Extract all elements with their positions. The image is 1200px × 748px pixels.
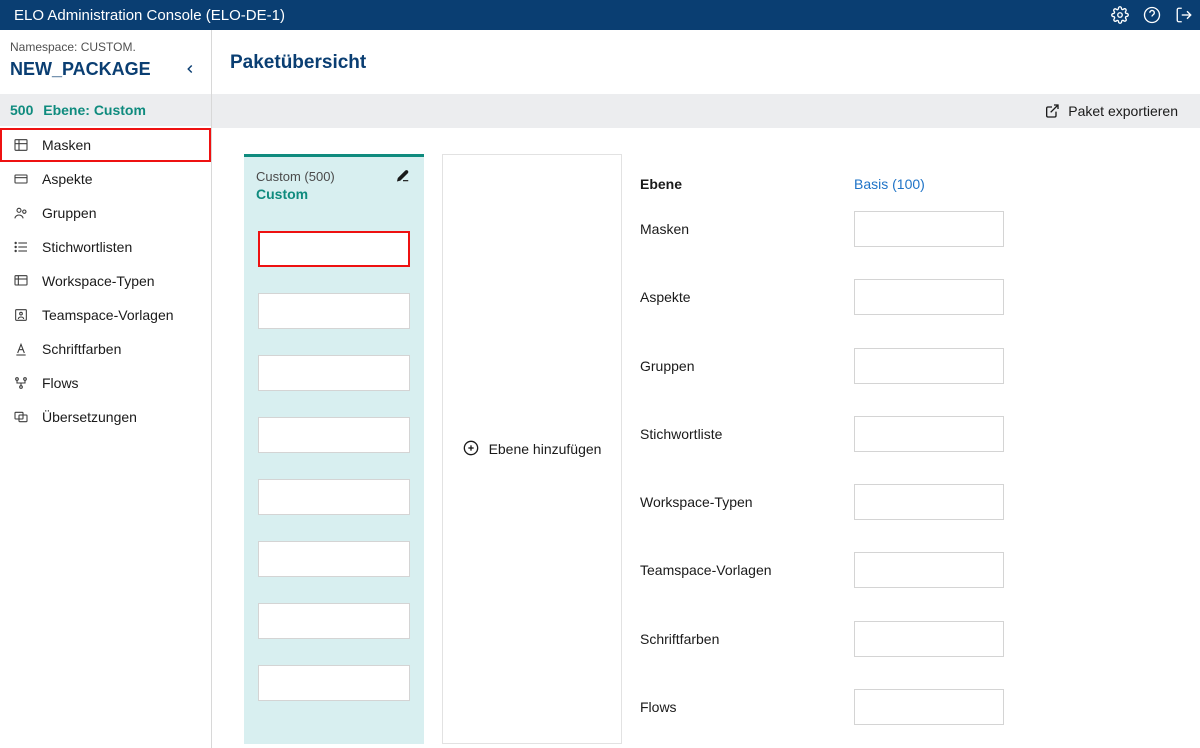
add-level-label: Ebene hinzufügen xyxy=(489,441,602,457)
row-label: Teamspace-Vorlagen xyxy=(640,539,836,601)
main-area: Paketübersicht Paket exportieren Ebene B… xyxy=(212,30,1200,748)
column-custom: Custom (500) Custom xyxy=(244,154,424,744)
basis-cell[interactable] xyxy=(854,471,1004,533)
custom-cell[interactable] xyxy=(256,652,412,714)
custom-level-name: Custom xyxy=(256,186,412,202)
custom-cell[interactable] xyxy=(256,342,412,404)
level-name: Ebene: Custom xyxy=(43,102,146,118)
sidebar-item-label: Schriftfarben xyxy=(42,341,121,357)
sidebar: Namespace: CUSTOM. NEW_PACKAGE 500 Ebene… xyxy=(0,30,212,748)
teamspace-vorlagen-icon xyxy=(12,306,30,324)
basis-cell[interactable] xyxy=(854,539,1004,601)
app-title: ELO Administration Console (ELO-DE-1) xyxy=(14,7,285,24)
sidebar-item-label: Übersetzungen xyxy=(42,409,137,425)
sidebar-item-flows[interactable]: Flows xyxy=(0,366,211,400)
custom-cell[interactable] xyxy=(256,218,412,280)
basis-cell[interactable] xyxy=(854,266,1004,328)
sidebar-item-label: Gruppen xyxy=(42,205,96,221)
stichwortlisten-icon xyxy=(12,238,30,256)
basis-cell[interactable] xyxy=(854,403,1004,465)
nav-list: Masken Aspekte Gruppen Stichwortlisten Works… xyxy=(0,126,211,434)
edit-level-icon[interactable] xyxy=(396,169,410,186)
row-label: Aspekte xyxy=(640,266,836,328)
flows-icon xyxy=(12,374,30,392)
custom-box xyxy=(258,665,410,701)
masken-icon xyxy=(12,136,30,154)
namespace-label: Namespace: CUSTOM. xyxy=(0,30,211,54)
basis-box xyxy=(854,689,1004,725)
aspekte-icon xyxy=(12,170,30,188)
page-title: Paketübersicht xyxy=(212,30,1200,94)
basis-box xyxy=(854,416,1004,452)
basis-box xyxy=(854,621,1004,657)
topbar: ELO Administration Console (ELO-DE-1) xyxy=(0,0,1200,30)
overview-grid: Ebene Basis (100) Custom (500) Custom Eb… xyxy=(244,154,1182,744)
schriftfarben-icon xyxy=(12,340,30,358)
sidebar-item-label: Aspekte xyxy=(42,171,93,187)
sidebar-item-workspace-typen[interactable]: Workspace-Typen xyxy=(0,264,211,298)
custom-box xyxy=(258,541,410,577)
basis-box xyxy=(854,211,1004,247)
help-icon[interactable] xyxy=(1136,0,1168,30)
settings-icon[interactable] xyxy=(1104,0,1136,30)
sidebar-item-gruppen[interactable]: Gruppen xyxy=(0,196,211,230)
row-label: Masken xyxy=(640,198,836,260)
custom-box xyxy=(258,479,410,515)
custom-cell[interactable] xyxy=(256,404,412,466)
level-number: 500 xyxy=(10,102,33,118)
custom-level-badge: Custom (500) xyxy=(256,169,412,184)
back-button[interactable] xyxy=(179,58,201,80)
basis-cell[interactable] xyxy=(854,676,1004,738)
basis-cell[interactable] xyxy=(854,608,1004,670)
row-label: Schriftfarben xyxy=(640,608,836,670)
row-label: Gruppen xyxy=(640,335,836,397)
plus-circle-icon xyxy=(463,440,479,459)
basis-box xyxy=(854,348,1004,384)
custom-box xyxy=(258,603,410,639)
row-label: Flows xyxy=(640,676,836,738)
custom-cell[interactable] xyxy=(256,280,412,342)
sidebar-item-label: Teamspace-Vorlagen xyxy=(42,307,174,323)
workspace-typen-icon xyxy=(12,272,30,290)
sidebar-item-label: Flows xyxy=(42,375,79,391)
custom-box xyxy=(258,355,410,391)
package-name: NEW_PACKAGE xyxy=(10,59,179,80)
custom-box xyxy=(258,293,410,329)
export-label: Paket exportieren xyxy=(1068,103,1178,119)
gruppen-icon xyxy=(12,204,30,222)
sidebar-item-aspekte[interactable]: Aspekte xyxy=(0,162,211,196)
sidebar-item-schriftfarben[interactable]: Schriftfarben xyxy=(0,332,211,366)
sidebar-item-label: Stichwortlisten xyxy=(42,239,132,255)
custom-cell[interactable] xyxy=(256,590,412,652)
column-header-basis[interactable]: Basis (100) xyxy=(854,154,1004,198)
uebersetzungen-icon xyxy=(12,408,30,426)
custom-cell[interactable] xyxy=(256,528,412,590)
basis-box xyxy=(854,279,1004,315)
column-header-ebene: Ebene xyxy=(640,154,836,198)
sidebar-item-label: Masken xyxy=(42,137,91,153)
basis-cell[interactable] xyxy=(854,335,1004,397)
sidebar-item-teamspace-vorlagen[interactable]: Teamspace-Vorlagen xyxy=(0,298,211,332)
basis-box xyxy=(854,484,1004,520)
level-indicator: 500 Ebene: Custom xyxy=(0,94,211,126)
row-label: Stichwortliste xyxy=(640,403,836,465)
add-level-column[interactable]: Ebene hinzufügen xyxy=(442,154,622,744)
logout-icon[interactable] xyxy=(1168,0,1200,30)
export-bar[interactable]: Paket exportieren xyxy=(212,94,1200,128)
sidebar-item-label: Workspace-Typen xyxy=(42,273,155,289)
sidebar-item-masken[interactable]: Masken xyxy=(0,128,211,162)
export-icon xyxy=(1044,103,1060,119)
custom-box xyxy=(258,417,410,453)
row-label: Workspace-Typen xyxy=(640,471,836,533)
basis-cell[interactable] xyxy=(854,198,1004,260)
custom-box xyxy=(258,231,410,267)
basis-box xyxy=(854,552,1004,588)
sidebar-item-uebersetzungen[interactable]: Übersetzungen xyxy=(0,400,211,434)
custom-cell[interactable] xyxy=(256,466,412,528)
sidebar-item-stichwortlisten[interactable]: Stichwortlisten xyxy=(0,230,211,264)
